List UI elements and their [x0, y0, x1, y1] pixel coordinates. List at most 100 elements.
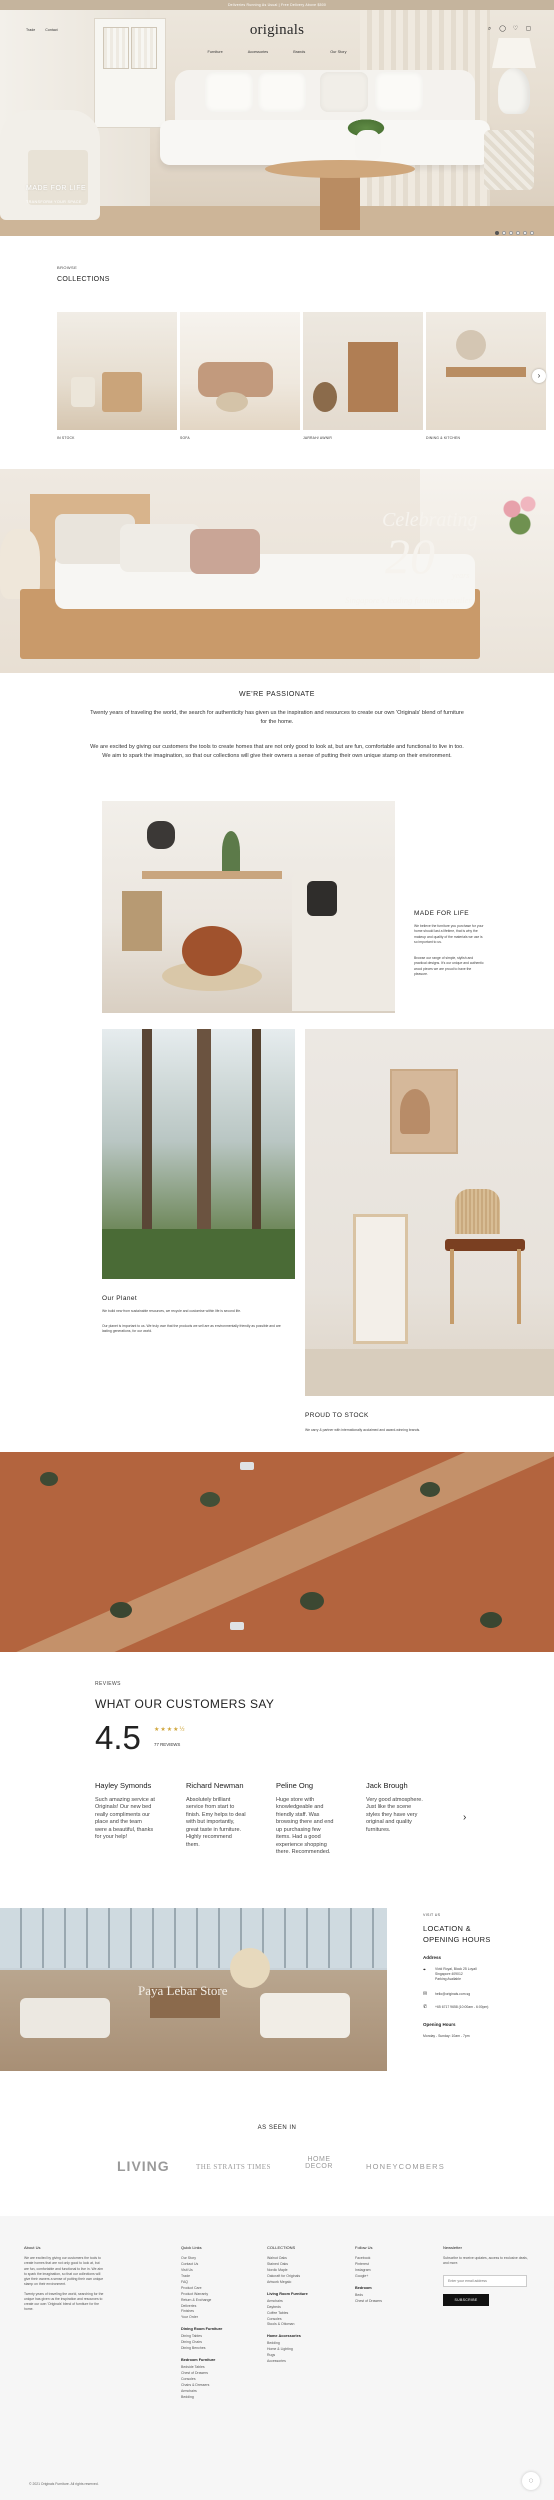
passionate-paragraph: Twenty years of traveling the world, the… — [90, 710, 464, 725]
footer-collections: COLLECTIONS Walnut Oaks Stained Oaks Nor… — [267, 2245, 308, 2365]
footer-link[interactable]: Artwork Megalo — [267, 2280, 308, 2286]
collections-title: COLLECTIONS — [57, 276, 110, 283]
collections-eyebrow: BROWSE — [57, 265, 78, 270]
address-label: Address — [423, 1955, 442, 1960]
copyright-text: © 2021 Originals Furniture. All rights r… — [29, 2482, 99, 2486]
hero-cta-link[interactable]: TRANSFORM YOUR SPACE — [26, 200, 86, 204]
menu-furniture[interactable]: Furniture — [208, 50, 223, 54]
planet-text: Our planet is important to us. We truly … — [102, 1324, 281, 1334]
flowers-image — [500, 489, 540, 539]
review-author: Richard Newman — [186, 1781, 244, 1790]
as-seen-in-title: AS SEEN IN — [257, 2125, 297, 2131]
banner-tagline: Singapore's leading furniture retailer — [345, 595, 472, 605]
collection-tile[interactable] — [57, 312, 177, 430]
forest-image — [102, 1029, 295, 1279]
menu-accessories[interactable]: Accessories — [248, 50, 268, 54]
footer-link[interactable]: Chest of Drawers — [355, 2299, 382, 2305]
location-eyebrow: VISIT US — [423, 1913, 441, 1917]
aerial-road-image — [0, 1452, 554, 1652]
wishlist-icon[interactable]: ♡ — [512, 26, 519, 33]
press-logo-home-decor: HOME DECOR — [305, 2156, 333, 2170]
footer-social-link[interactable]: Google+ — [355, 2274, 382, 2280]
reviews-eyebrow: REVIEWS — [95, 1681, 121, 1687]
cart-icon[interactable]: ▢ — [525, 26, 532, 33]
footer-link[interactable]: Your Order — [181, 2315, 222, 2321]
footer-link[interactable]: Stools & Ottoman — [267, 2322, 308, 2328]
newsletter-email-input[interactable] — [443, 2274, 527, 2287]
hours-text: Monday - Sunday: 10am - 7pm — [423, 2034, 470, 2038]
newsletter-text: Subscribe to receive updates, access to … — [443, 2256, 528, 2266]
review-card: Peline Ong Huge store with knowledgeable… — [276, 1781, 336, 1856]
made-for-life-image — [102, 801, 395, 1013]
chevron-right-icon[interactable]: › — [532, 369, 546, 383]
press-logo-honeycombers: HONEYCOMBERS — [366, 2162, 445, 2171]
menu-our-story[interactable]: Our Story — [330, 50, 346, 54]
slider-dots — [495, 231, 534, 235]
slide-dot[interactable] — [509, 231, 513, 235]
slide-dot[interactable] — [523, 231, 527, 235]
banner-years-number: 20 — [385, 528, 435, 584]
review-text: Such amazing service at Originals! Our n… — [95, 1797, 155, 1841]
footer-quick-links: Quick Links Our Story Contact Us Visit U… — [181, 2245, 223, 2401]
slide-dot[interactable] — [516, 231, 520, 235]
proud-text: We carry & partner with internationally … — [305, 1428, 421, 1432]
location-title: LOCATION & OPENING HOURS — [423, 1924, 491, 1945]
made-for-life-text: We believe the furniture you purchase fo… — [414, 924, 484, 944]
chat-icon[interactable]: ◌ — [522, 2472, 540, 2490]
review-text: Very good atmosphere. Just like the scen… — [366, 1797, 423, 1833]
review-card: Richard Newman Absolutely brilliant serv… — [186, 1781, 246, 1849]
review-text: Huge store with knowledgeable and friend… — [276, 1797, 334, 1855]
reviews-title: WHAT OUR CUSTOMERS SAY — [95, 1697, 275, 1711]
hours-label: Opening Hours — [423, 2022, 456, 2027]
site-header: Trade Contact originals ⌕ ◯ ♡ ▢ Furnitur… — [0, 10, 554, 56]
passionate-paragraph: We are excited by giving our customers t… — [90, 744, 464, 759]
collection-label[interactable]: SOFA — [180, 436, 190, 440]
footer-link[interactable]: Bedding — [181, 2395, 222, 2401]
footer-about-text: Twenty years of traveling the world, sea… — [24, 2291, 104, 2312]
collection-tile[interactable] — [426, 312, 546, 430]
made-for-life-title: MADE FOR LIFE — [414, 910, 470, 917]
reviews-count[interactable]: 77 REVIEWS — [154, 1742, 180, 1747]
footer-follow: Follow Us Facebook Pinterest Instagram G… — [355, 2245, 383, 2305]
footer-link[interactable]: Dining Benches — [181, 2346, 222, 2352]
anniversary-banner: Celebrating 20 years Singapore's leading… — [0, 469, 554, 673]
passionate-title: WE'RE PASSIONATE — [239, 691, 315, 698]
chevron-right-icon[interactable]: › — [463, 1812, 466, 1823]
hero-title: MADE FOR LIFE — [26, 185, 87, 192]
press-logo-straits-times: THE STRAITS TIMES — [196, 2163, 271, 2171]
footer-link[interactable]: Accessories — [267, 2359, 308, 2365]
search-icon[interactable]: ⌕ — [486, 26, 493, 33]
address-text: Vivid Royal, Block 25 Loyall Singapore 4… — [435, 1967, 477, 1982]
user-icon[interactable]: ◯ — [499, 26, 506, 33]
collection-label[interactable]: DINING & KITCHEN — [426, 436, 460, 440]
phone-icon: ✆ — [423, 2004, 428, 2010]
slide-dot[interactable] — [502, 231, 506, 235]
proud-title: PROUD TO STOCK — [305, 1412, 369, 1419]
banner-years-unit: years — [452, 571, 470, 580]
collection-label[interactable]: JARRAH/ AWNIR — [303, 436, 332, 440]
site-logo[interactable]: originals — [0, 22, 554, 39]
slide-dot[interactable] — [530, 231, 534, 235]
review-card: Jack Brough Very good atmosphere. Just l… — [366, 1781, 426, 1834]
review-author: Hayley Symonds — [95, 1781, 152, 1790]
collection-label[interactable]: IN STOCK — [57, 436, 75, 440]
slide-dot[interactable] — [495, 231, 499, 235]
phone-link[interactable]: +65 6717 9658 (10:00am - 6:00pm) — [435, 2005, 488, 2010]
review-text: Absolutely brilliant service from start … — [186, 1797, 246, 1848]
press-logo-living: LIVING — [117, 2158, 170, 2174]
announcement-bar: Deliveries Running As Usual | Free Deliv… — [0, 0, 554, 10]
review-author: Jack Brough — [366, 1781, 408, 1790]
made-for-life-text: Browse our range of simple, stylish and … — [414, 956, 484, 976]
planet-text: We build new from sustainable resources,… — [102, 1309, 242, 1313]
chair-art-image — [305, 1029, 554, 1396]
collection-tile[interactable] — [180, 312, 300, 430]
footer-newsletter: Newsletter Subscribe to receive updates,… — [443, 2245, 533, 2306]
menu-brands[interactable]: Brands — [293, 50, 305, 54]
planet-title: Our Planet — [102, 1295, 138, 1302]
review-card: Hayley Symonds Such amazing service at O… — [95, 1781, 155, 1842]
subscribe-button[interactable]: SUBSCRIBE — [443, 2293, 489, 2306]
main-menu: Furniture Accessories Brands Our Story — [0, 50, 554, 54]
collection-tile[interactable] — [303, 312, 423, 430]
email-link[interactable]: hello@originals.com.sg — [435, 1992, 470, 1997]
reviews-score: 4.5 — [95, 1719, 141, 1756]
